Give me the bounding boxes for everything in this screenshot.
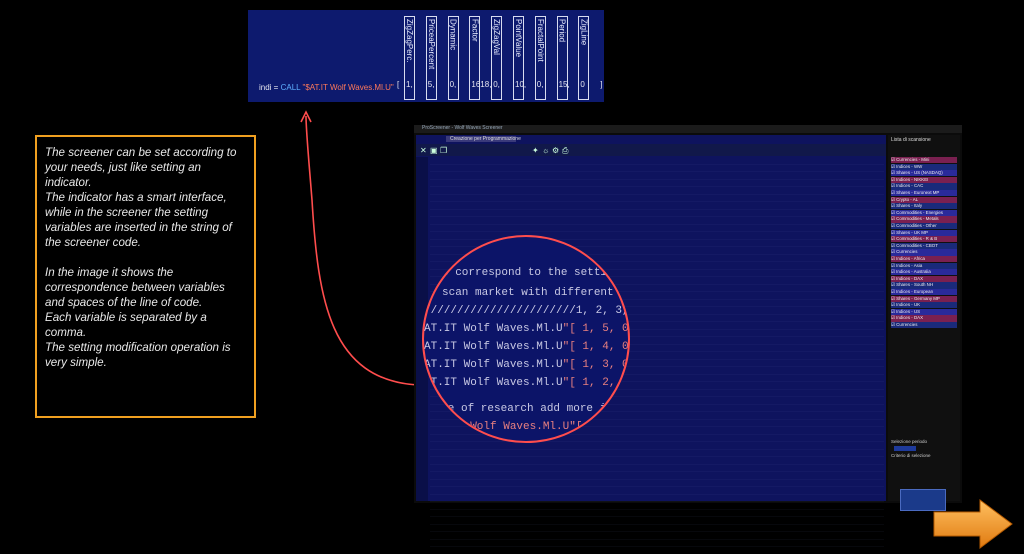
sidebar-title: Lista di scansione xyxy=(891,137,931,143)
tab-programming[interactable]: Creazione per Programmazione xyxy=(446,136,521,142)
code-editor-line xyxy=(430,457,884,465)
sidebar-item[interactable]: ☑ Currencies - Mini xyxy=(891,157,957,164)
code-editor-line xyxy=(430,532,884,540)
sidebar-item[interactable]: ☑ Crypto - AL xyxy=(891,196,957,203)
sidebar-item[interactable]: ☑ Shares - Euronext MP xyxy=(891,190,957,197)
sidebar-item[interactable]: ☑ Shares - Italy xyxy=(891,203,957,210)
code-editor-line xyxy=(430,450,884,457)
code-editor-line xyxy=(430,540,884,547)
code-editor-line xyxy=(430,187,884,195)
sidebar-item[interactable]: ☑ Commodities - Metals xyxy=(891,216,957,223)
code-editor-line xyxy=(430,472,884,480)
bulb-icon[interactable]: ☼ xyxy=(542,146,549,155)
magnified-code-line: scan market with different s xyxy=(442,287,627,299)
close-bracket: ] xyxy=(600,80,603,89)
code-editor-line xyxy=(430,517,884,525)
sidebar-item[interactable]: ☑ Indices - UK xyxy=(891,302,957,309)
code-editor-line xyxy=(430,495,884,502)
magnified-code-line: s correspond to the setti xyxy=(442,267,608,279)
info-paragraph-1: The screener can be set according to you… xyxy=(45,146,237,249)
sidebar-item[interactable]: ☑ Commodities - CBOT xyxy=(891,242,957,249)
code-editor-line xyxy=(430,180,884,187)
sidebar-item[interactable]: ☑ Indices - DAX xyxy=(891,275,957,282)
sidebar-item[interactable]: ☑ Indices - US xyxy=(891,308,957,315)
tab-label: Creazione per Programmazione xyxy=(450,136,521,142)
wand-icon[interactable]: ✦ xyxy=(532,146,539,155)
criteria-label: Criterio di selezione xyxy=(891,453,931,458)
code-editor-line xyxy=(430,225,884,232)
sidebar-item[interactable]: ☑ Commodities - Energies xyxy=(891,209,957,216)
code-line: indi = CALL "$AT.IT Wolf Waves.Ml.U" xyxy=(259,83,394,92)
code-editor-line xyxy=(430,465,884,472)
magnified-code-line: "AT.IT Wolf Waves.Ml.U"[ 1, xyxy=(424,421,603,433)
sidebar-item[interactable]: ☑ Indices - Asia xyxy=(891,262,957,269)
scan-list-sidebar: Lista di scansione ☑ Currencies - Mini ☑ … xyxy=(888,135,960,511)
magnified-code-line: AT.IT Wolf Waves.Ml.U"[ 1, 4, 0, xyxy=(424,341,630,353)
magnified-code-line: AT.IT Wolf Waves.Ml.U"[ 1, 5, 0, xyxy=(424,323,630,335)
sidebar-item[interactable]: ☑ Currencies xyxy=(891,322,957,329)
code-token: CALL xyxy=(280,83,303,92)
magnified-code-line: ///////////////////////1, 2, 3, xyxy=(424,305,629,317)
sidebar-item[interactable]: ☑ Indices - Africa xyxy=(891,256,957,263)
sidebar-item[interactable]: ☑ Shares - US (NASDAQ) xyxy=(891,170,957,177)
code-editor-line xyxy=(430,172,884,180)
close-icon[interactable]: ✕ xyxy=(420,146,427,155)
period-label: Selezione periodo xyxy=(891,439,928,444)
sidebar-item[interactable]: ☑ Indices - CAC xyxy=(891,183,957,190)
variable-value: 5, xyxy=(427,80,435,89)
variable-value: 10, xyxy=(515,80,527,89)
print-icon[interactable]: ⎙ xyxy=(562,146,568,156)
next-arrow-icon[interactable] xyxy=(932,498,1014,550)
code-token: indi = xyxy=(259,83,281,92)
code-editor-line xyxy=(430,442,884,450)
code-editor-line xyxy=(430,157,884,165)
sidebar-item[interactable]: ☑ Shares - UK MP xyxy=(891,229,957,236)
info-box: The screener can be set according to you… xyxy=(35,135,256,418)
code-editor-line xyxy=(430,480,884,487)
window-title: ProScreener - Wolf Waves Screener xyxy=(422,125,503,131)
sidebar-item[interactable]: ☑ Shares - Germany MP xyxy=(891,295,957,302)
copy-icon[interactable]: ❐ xyxy=(440,146,447,155)
sidebar-item[interactable]: ☑ Indices - NIKKEI xyxy=(891,176,957,183)
variable-value: 0, xyxy=(493,80,500,89)
title-bar: ProScreener - Wolf Waves Screener xyxy=(414,125,962,133)
sidebar-item[interactable]: ☑ Shares - South NH xyxy=(891,282,957,289)
variable-value: 0, xyxy=(449,80,457,89)
period-select[interactable] xyxy=(894,446,916,451)
info-paragraph-2: In the image it shows the correspondence… xyxy=(45,266,231,369)
variable-value: 0 xyxy=(580,80,585,89)
variable-value: 1, xyxy=(406,80,413,89)
editor-toolbar: ✕ ▣ ❐ ✦ ☼ ⚙ ⎙ xyxy=(416,144,886,156)
sidebar-item[interactable]: ☑ Commodities - Other xyxy=(891,223,957,230)
magnified-code-line: AT.IT Wolf Waves.Ml.U"[ 1, 3, 0, xyxy=(424,359,630,371)
code-editor-line xyxy=(430,210,884,217)
code-editor-line xyxy=(430,195,884,202)
variable-value: 15, xyxy=(558,80,570,89)
code-editor-line xyxy=(430,487,884,495)
sidebar-item[interactable]: ☑ Indices - Australia xyxy=(891,269,957,276)
magnified-code-line: ange of research add more indi xyxy=(428,403,627,415)
magnified-code-line: AT.IT Wolf Waves.Ml.U"[ 1, 2, 0, xyxy=(424,377,630,389)
open-bracket: [ xyxy=(397,80,400,89)
variable-value: 1618, xyxy=(471,80,492,89)
code-editor-line xyxy=(430,510,884,517)
sidebar-item[interactable]: ☑ Currencies xyxy=(891,249,957,256)
sidebar-item[interactable]: ☑ Indices - WW xyxy=(891,163,957,170)
code-editor-line xyxy=(430,165,884,172)
save-icon[interactable]: ▣ xyxy=(430,146,438,155)
code-editor-line xyxy=(430,525,884,532)
gear-icon[interactable]: ⚙ xyxy=(552,146,559,155)
arrowhead-icon xyxy=(300,110,312,123)
code-editor-line xyxy=(430,217,884,225)
code-editor-line xyxy=(430,202,884,210)
sidebar-item[interactable]: ☑ Indices - DAX xyxy=(891,315,957,322)
code-panel: ZigZagPerc. PriceaPercent Dynamic Factor Zig… xyxy=(248,10,604,102)
sidebar-item[interactable]: ☑ Indices - European xyxy=(891,289,957,296)
code-token: "$AT.IT Wolf Waves.Ml.U" xyxy=(302,83,394,92)
variable-value: 0, xyxy=(536,80,544,89)
sidebar-item[interactable]: ☑ Commodities - R & B xyxy=(891,236,957,243)
magnifier-circle: s correspond to the setti scan market wit… xyxy=(422,235,630,443)
code-editor-line xyxy=(430,502,884,510)
